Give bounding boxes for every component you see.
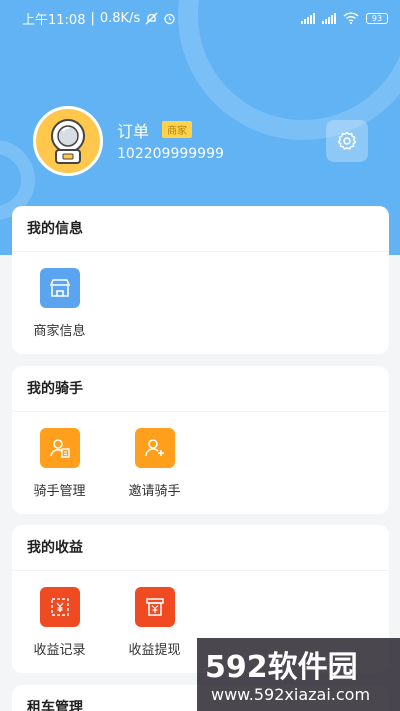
battery-icon: 93 xyxy=(366,12,388,24)
item-label: 骑手管理 xyxy=(33,484,86,499)
status-time: 上午11:08 xyxy=(22,12,86,28)
user-phone: 102209999999 xyxy=(117,146,224,162)
role-badge: 商家 xyxy=(162,121,192,138)
store-icon xyxy=(39,268,80,308)
watermark: 592软件园 www.592xiazai.com xyxy=(197,638,400,711)
item-label: 收益提现 xyxy=(128,643,181,658)
merchant-info-item[interactable]: 商家信息 xyxy=(12,268,107,339)
network-speed: 0.8K/s xyxy=(99,10,141,26)
mute-icon xyxy=(145,12,158,24)
signal-icon xyxy=(301,12,315,24)
earnings-record-icon xyxy=(39,587,80,627)
item-label: 收益记录 xyxy=(33,643,86,658)
watermark-brand: 592软件园 xyxy=(205,650,358,685)
wifi-icon xyxy=(343,12,359,24)
my-info-card: 我的信息 商家信息 xyxy=(12,206,389,354)
rider-management-item[interactable]: 骑手管理 xyxy=(12,428,107,499)
section-title: 我的收益 xyxy=(12,525,389,571)
signal-icon xyxy=(322,12,336,24)
item-label: 商家信息 xyxy=(33,324,86,339)
astronaut-avatar-icon xyxy=(51,119,85,164)
withdraw-item[interactable]: 收益提现 xyxy=(107,587,202,658)
settings-button[interactable] xyxy=(326,120,368,162)
invite-rider-item[interactable]: 邀请骑手 xyxy=(107,428,202,499)
section-title: 我的信息 xyxy=(12,206,389,252)
gear-icon xyxy=(337,131,357,150)
earnings-record-item[interactable]: 收益记录 xyxy=(12,587,107,658)
withdraw-icon xyxy=(134,587,175,627)
watermark-url: www.592xiazai.com xyxy=(211,685,371,704)
invite-rider-icon xyxy=(134,428,175,468)
user-name: 订单 xyxy=(117,122,150,141)
item-label: 邀请骑手 xyxy=(128,484,181,499)
my-riders-card: 我的骑手 骑手管理 邀请骑手 xyxy=(12,366,389,514)
status-bar: 上午11:08 | 0.8K/s 93 xyxy=(0,0,400,36)
avatar[interactable] xyxy=(33,106,103,176)
alarm-icon xyxy=(164,13,175,24)
rider-manage-icon xyxy=(39,428,80,468)
section-title: 我的骑手 xyxy=(12,366,389,412)
